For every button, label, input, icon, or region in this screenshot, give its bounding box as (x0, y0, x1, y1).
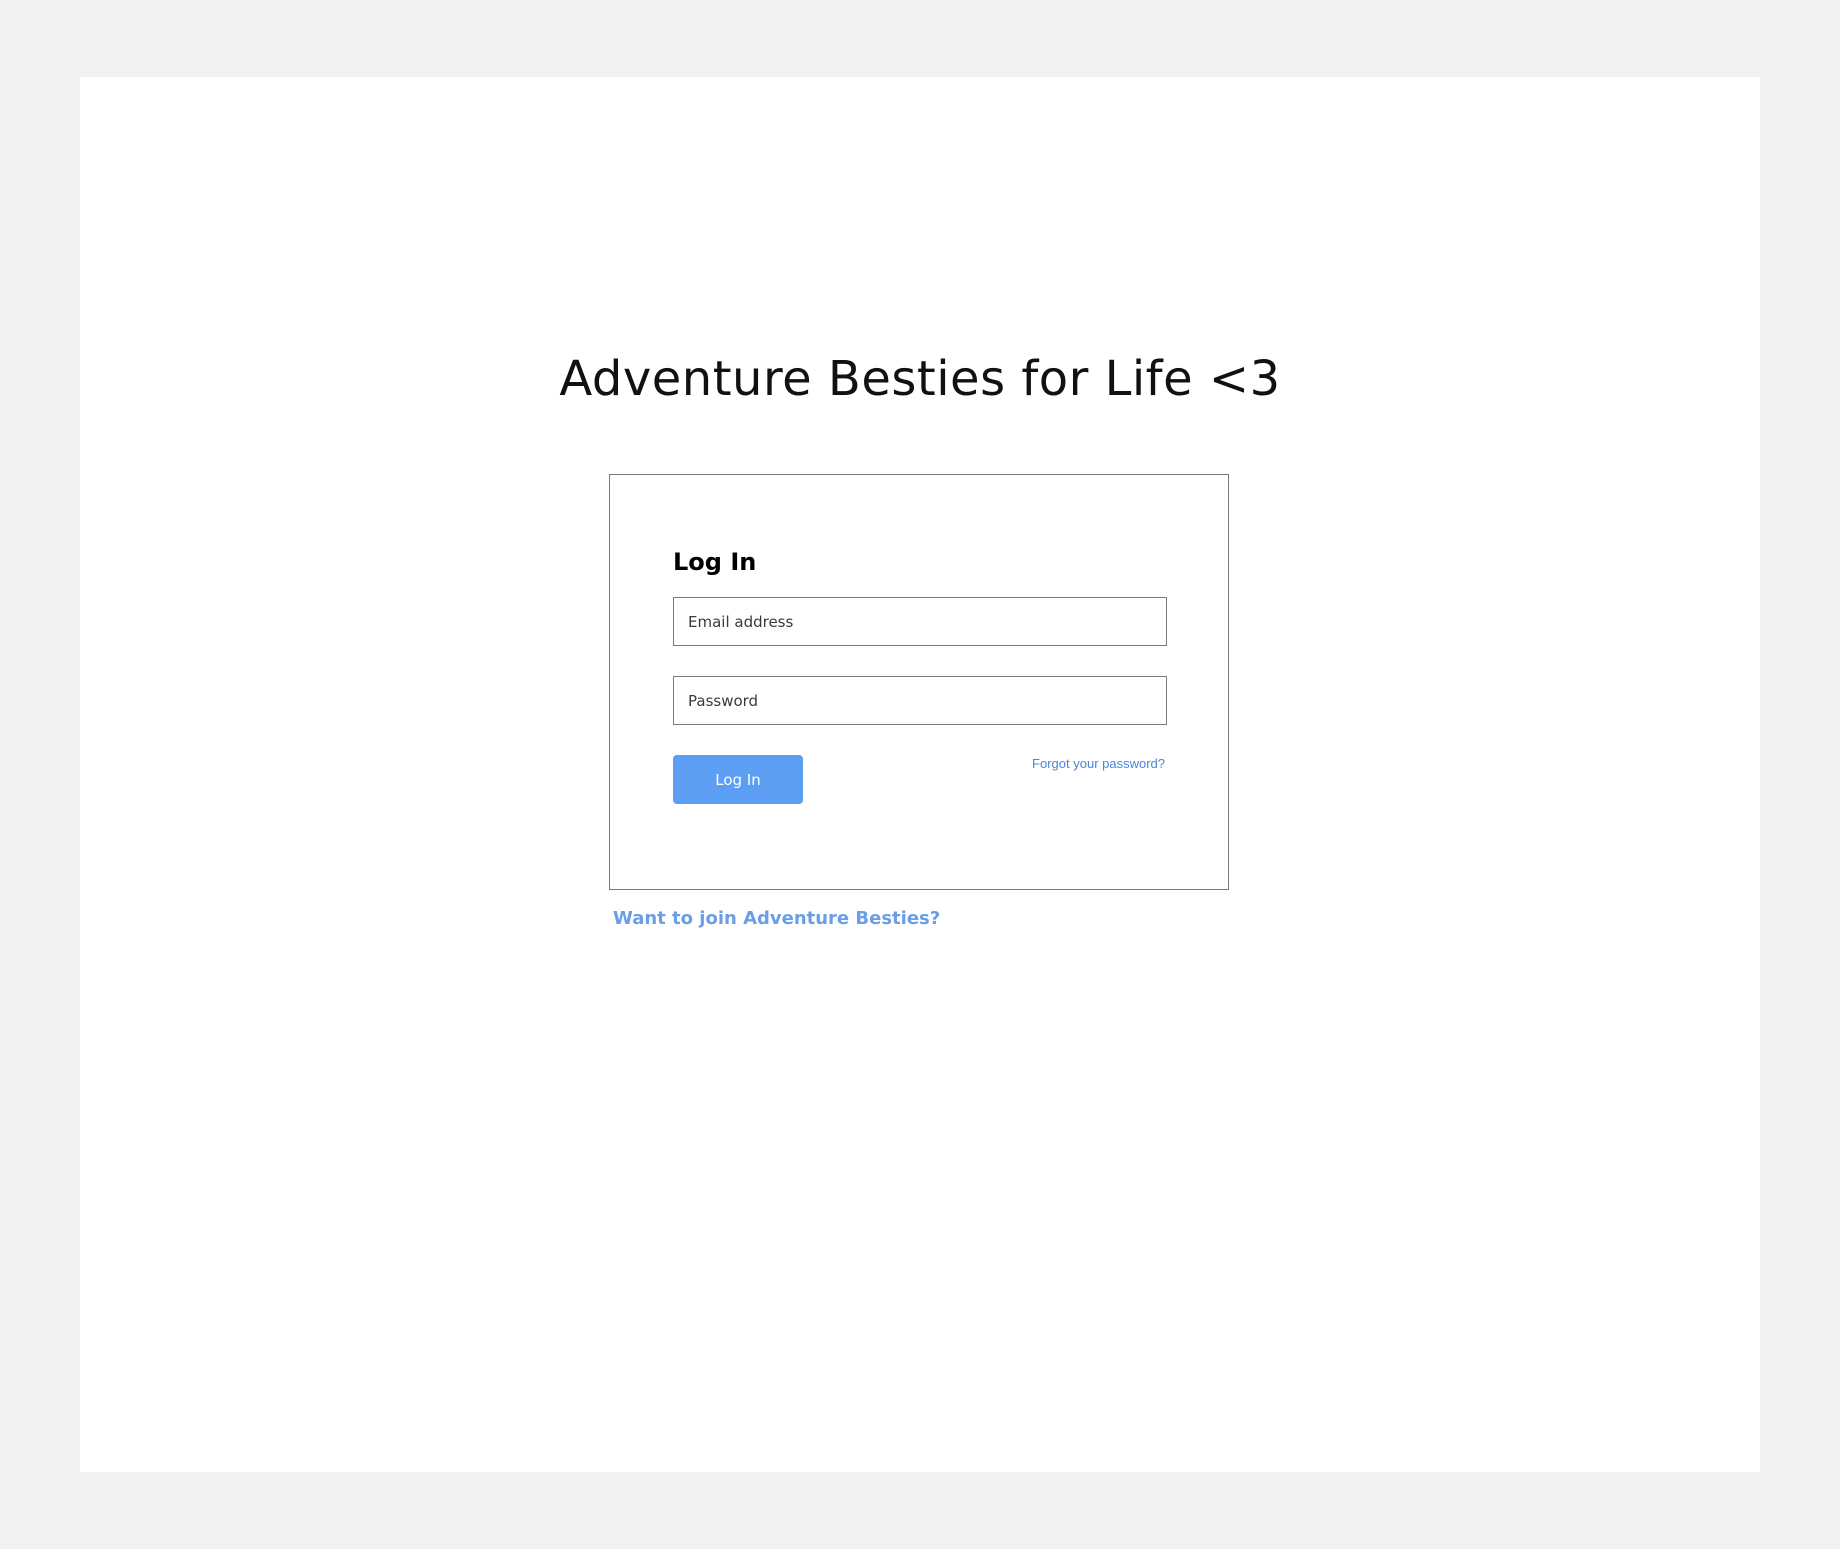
login-heading: Log In (673, 548, 757, 576)
forgot-password-link[interactable]: Forgot your password? (1032, 756, 1165, 771)
login-card: Log In Log In Forgot your password? (609, 474, 1229, 890)
join-link[interactable]: Want to join Adventure Besties? (613, 908, 940, 929)
password-field[interactable] (673, 676, 1167, 725)
site-title: Adventure Besties for Life <3 (559, 351, 1281, 407)
email-field[interactable] (673, 597, 1167, 646)
login-button[interactable]: Log In (673, 755, 803, 804)
